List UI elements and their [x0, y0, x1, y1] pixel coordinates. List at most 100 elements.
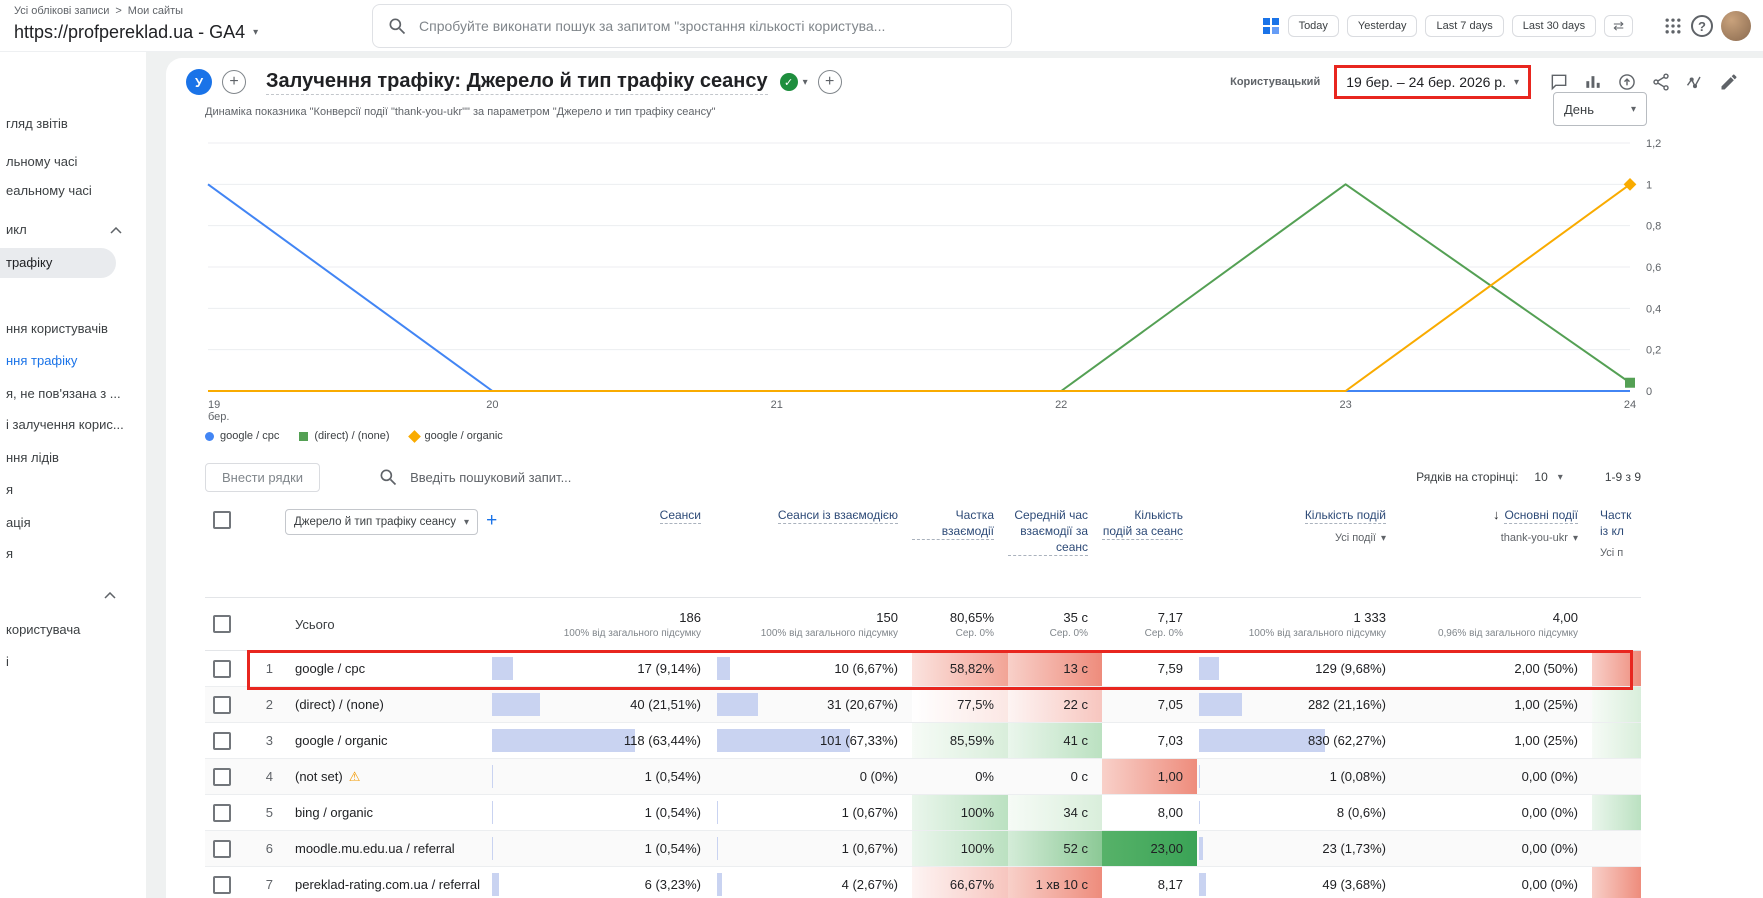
row-checkbox[interactable]	[213, 767, 231, 786]
report-type-label: Користувацький	[1230, 76, 1321, 88]
add-collaborator-button[interactable]: +	[222, 70, 246, 94]
cell-events: 129 (9,68%)	[1197, 651, 1400, 686]
key-events-filter-select[interactable]: thank-you-ukr ▾	[1501, 532, 1578, 544]
sidebar-item-14[interactable]: і	[0, 652, 140, 672]
col-key-events[interactable]: Основні події	[1504, 507, 1578, 524]
date-preset-yesterday[interactable]: Yesterday	[1346, 15, 1418, 37]
date-preset-last7[interactable]: Last 7 days	[1425, 15, 1504, 37]
cell-cut	[1592, 831, 1641, 866]
svg-text:23: 23	[1339, 399, 1351, 411]
table-search[interactable]	[378, 467, 711, 487]
global-search-input[interactable]	[419, 18, 997, 34]
apps-grid-icon[interactable]	[1663, 16, 1683, 36]
breadcrumb-section[interactable]: Мои сайты	[128, 5, 183, 17]
col-sessions[interactable]: Сеанси	[659, 507, 701, 524]
dimension-value: bing / organic	[295, 805, 374, 820]
edit-icon[interactable]	[1719, 72, 1739, 92]
svg-text:0,6: 0,6	[1646, 262, 1661, 274]
svg-text:бер.: бер.	[208, 411, 229, 423]
sidebar-item-reports-overview[interactable]: гляд звітів	[0, 114, 140, 134]
row-checkbox[interactable]	[213, 731, 231, 750]
event-count-filter-select[interactable]: Усі події ▾	[1335, 532, 1386, 544]
totals-events: 1 333	[1353, 609, 1386, 625]
cell-key-events: 1,00 (25%)	[1514, 697, 1578, 712]
col-engaged-sessions[interactable]: Сеанси із взаємодією	[777, 507, 898, 524]
sidebar-item-realtime-1[interactable]: льному часі	[0, 152, 140, 172]
sidebar-item-acquisition-overview[interactable]: трафіку	[0, 248, 116, 278]
workspace-avatar[interactable]: У	[186, 69, 212, 95]
date-preset-last30[interactable]: Last 30 days	[1511, 15, 1597, 37]
add-report-button[interactable]: +	[817, 70, 842, 94]
row-checkbox[interactable]	[213, 659, 231, 678]
col-avg-engagement-time[interactable]: Середній час взаємодії за сеанс	[1008, 507, 1088, 556]
sidebar-item-lead-gen[interactable]: ння лідів	[0, 448, 140, 468]
legend-label: google / cpc	[220, 430, 280, 442]
cut-filter-select[interactable]: Усі п	[1600, 547, 1623, 559]
dimension-select[interactable]: Джерело й тип трафіку сеансу ▾	[285, 509, 479, 535]
sidebar-item-traffic-acquisition[interactable]: ння трафіку	[0, 351, 140, 371]
sidebar-item-unassigned[interactable]: я, не пов'язана з ...	[0, 384, 140, 404]
date-range-picker[interactable]: 19 бер. – 24 бер. 2026 р. ▾	[1334, 65, 1531, 99]
property-selector[interactable]: https://profpereklad.ua - GA4 ▾	[14, 22, 258, 43]
global-search[interactable]	[372, 4, 1012, 48]
cell-key-events: 0,00 (0%)	[1521, 877, 1578, 892]
row-checkbox[interactable]	[213, 875, 231, 894]
date-preset-today[interactable]: Today	[1287, 15, 1339, 37]
svg-text:24: 24	[1624, 399, 1636, 411]
sparkline-icon[interactable]	[1685, 72, 1705, 92]
chevron-up-icon[interactable]	[110, 227, 122, 235]
cell-rate: 85,59%	[912, 723, 1008, 758]
breadcrumb-chevron-icon: >	[115, 5, 122, 17]
totals-time: 35 с	[1063, 609, 1088, 625]
share-icon[interactable]	[1651, 72, 1671, 92]
verified-check-icon[interactable]: ✓	[779, 73, 798, 91]
table-calendar-icon[interactable]	[1262, 17, 1280, 35]
sidebar-item-realtime-2[interactable]: еальному часі	[0, 181, 140, 201]
totals-checkbox[interactable]	[213, 615, 231, 633]
cell-sessions: 1 (0,54%)	[490, 759, 715, 794]
chevron-down-icon[interactable]: ▾	[803, 77, 808, 88]
insights-icon[interactable]	[1617, 72, 1637, 92]
row-checkbox[interactable]	[213, 695, 231, 714]
totals-rate-sub: Сер. 0%	[955, 627, 994, 639]
dimension-value: (direct) / (none)	[295, 697, 384, 712]
row-checkbox[interactable]	[213, 839, 231, 858]
sidebar-item-11[interactable]: ація	[0, 513, 140, 533]
report-actions	[1549, 72, 1739, 92]
sidebar-item-user-attr[interactable]: користувача	[0, 620, 140, 640]
breadcrumb-accounts[interactable]: Усі облікові записи	[14, 5, 109, 17]
sidebar-item-engagement[interactable]: і залучення корис...	[0, 415, 140, 435]
svg-text:0,2: 0,2	[1646, 345, 1661, 357]
compare-icon[interactable]: ⇄	[1604, 15, 1633, 37]
table-search-input[interactable]	[410, 469, 711, 485]
help-icon[interactable]: ?	[1691, 15, 1713, 37]
chevron-up-icon[interactable]	[104, 592, 116, 600]
user-avatar[interactable]	[1721, 11, 1751, 41]
col-cut-line1[interactable]: Частк	[1600, 507, 1631, 523]
search-icon	[389, 18, 406, 35]
expand-rows-button[interactable]: Внести рядки	[205, 462, 321, 492]
cell-cut	[1592, 867, 1641, 898]
totals-label: Усього	[295, 616, 335, 632]
row-checkbox[interactable]	[213, 803, 231, 822]
col-event-count[interactable]: Кількість подій	[1304, 507, 1386, 524]
sidebar-item-10[interactable]: я	[0, 480, 140, 500]
top-app-bar: Усі облікові записи > Мои сайты https://…	[0, 0, 1763, 52]
sort-desc-icon[interactable]: ↓	[1493, 507, 1500, 522]
rows-per-page-select[interactable]: 10 ▾	[1528, 466, 1568, 488]
cell-rate: 58,82%	[912, 651, 1008, 686]
totals-key-sub: 0,96% від загального підсумку	[1437, 627, 1578, 639]
cell-rate: 66,67%	[912, 867, 1008, 898]
dimension-label: Джерело й тип трафіку сеансу	[294, 516, 457, 528]
select-all-checkbox[interactable]	[213, 511, 231, 529]
cell-events: 830 (62,27%)	[1197, 723, 1400, 758]
col-engagement-rate[interactable]: Частка взаємодії	[912, 507, 994, 540]
col-cut-line2[interactable]: із кл	[1600, 523, 1624, 539]
sidebar-item-user-acquisition[interactable]: ння користувачів	[0, 319, 140, 339]
col-events-per-session[interactable]: Кількість подій за сеанс	[1102, 507, 1183, 540]
pagination-controls: Рядків на сторінці: 10 ▾ 1-9 з 9	[1416, 466, 1641, 488]
table-row: 3 google / organic 118 (63,44%) 101 (67,…	[205, 723, 1641, 759]
bar-chart-icon[interactable]	[1583, 72, 1603, 92]
sidebar-item-12[interactable]: я	[0, 544, 140, 564]
comment-icon[interactable]	[1549, 72, 1569, 92]
